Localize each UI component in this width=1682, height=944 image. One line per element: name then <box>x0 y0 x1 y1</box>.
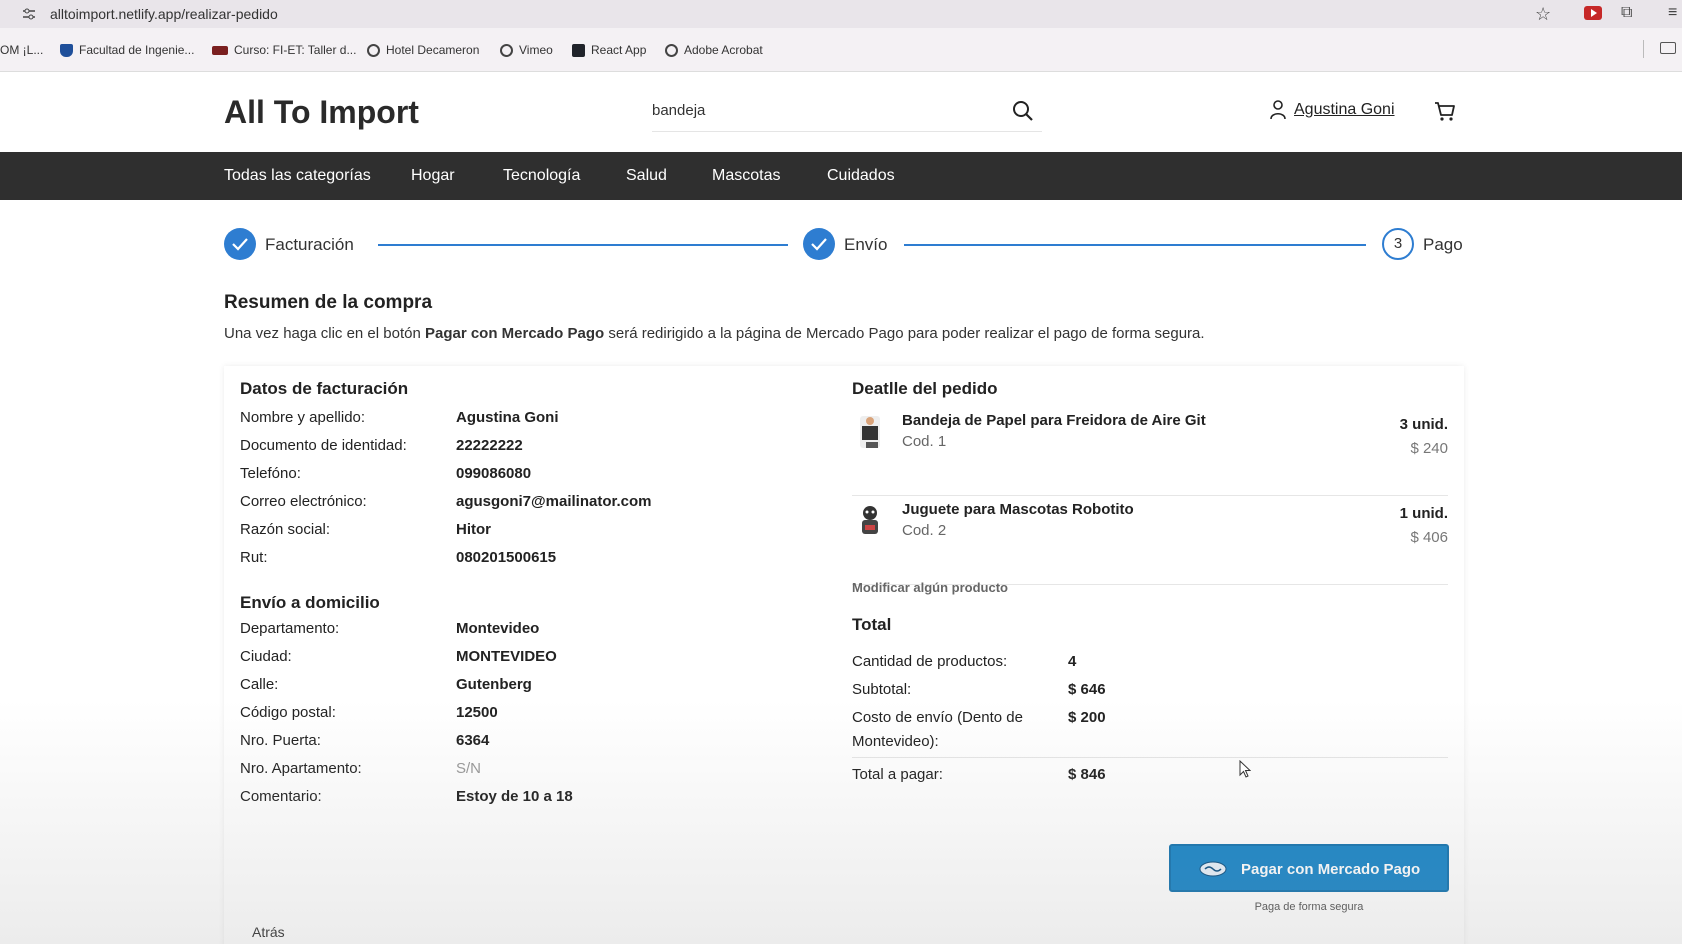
url-text[interactable]: alltoimport.netlify.app/realizar-pedido <box>50 6 278 22</box>
search-icon[interactable] <box>1012 100 1034 122</box>
pay-button-label: Pagar con Mercado Pago <box>1241 861 1421 878</box>
page-title: Resumen de la compra <box>224 292 433 313</box>
bookmark-item[interactable]: Hotel Decameron <box>367 43 479 57</box>
mouse-cursor-icon <box>1239 760 1251 778</box>
summary-description: Una vez haga clic en el botón Pagar con … <box>224 325 1205 342</box>
product-price: $ 240 <box>1410 440 1448 457</box>
step-connector <box>378 244 788 246</box>
divider <box>852 757 1448 758</box>
youtube-extension-icon[interactable] <box>1584 6 1602 20</box>
site-settings-icon[interactable] <box>22 7 36 21</box>
back-link[interactable]: Atrás <box>252 924 285 940</box>
nav-item-todas[interactable]: Todas las categorías <box>224 167 371 185</box>
shield-icon <box>60 43 73 57</box>
product-price: $ 406 <box>1410 529 1448 546</box>
bookmark-item[interactable]: Facultad de Ingenie... <box>60 43 194 57</box>
nav-item-tecnologia[interactable]: Tecnología <box>503 167 580 185</box>
product-quantity: 1 unid. <box>1399 505 1448 522</box>
pay-secure-caption: Paga de forma segura <box>1254 901 1364 913</box>
product-code: Cod. 2 <box>902 522 947 539</box>
product-name[interactable]: Bandeja de Papel para Freidora de Aire G… <box>902 412 1206 429</box>
nav-item-mascotas[interactable]: Mascotas <box>712 167 780 185</box>
modify-products-link[interactable]: Modificar algún producto <box>852 580 1008 595</box>
menu-icon[interactable]: ≡ <box>1668 4 1677 22</box>
bookmark-item[interactable]: Adobe Acrobat <box>665 43 763 57</box>
bookmark-item[interactable]: Vimeo <box>500 43 553 57</box>
nav-item-cuidados[interactable]: Cuidados <box>827 167 895 185</box>
billing-section-title: Datos de facturación <box>240 379 409 398</box>
globe-icon <box>665 43 678 57</box>
bookmark-star-icon[interactable]: ☆ <box>1535 4 1551 25</box>
order-item: Juguete para Mascotas Robotito Cod. 2 1 … <box>852 497 1448 585</box>
category-nav: Todas las categorías Hogar Tecnología Sa… <box>0 152 1682 200</box>
bookmark-item[interactable]: Curso: FI-ET: Taller d... <box>212 43 356 57</box>
step-label-pago: Pago <box>1423 235 1463 254</box>
handshake-icon <box>1199 861 1227 877</box>
site-header: All To Import Agustina Goni <box>0 72 1682 152</box>
checkout-stepper: Facturación Envío 3 Pago <box>0 226 1682 262</box>
nav-item-hogar[interactable]: Hogar <box>411 167 455 185</box>
globe-icon <box>367 43 380 57</box>
product-quantity: 3 unid. <box>1399 416 1448 433</box>
step-number-badge: 3 <box>1382 228 1414 260</box>
pay-mercado-pago-button[interactable]: Pagar con Mercado Pago <box>1169 844 1449 892</box>
order-section-title: Deatlle del pedido <box>852 379 998 398</box>
react-icon <box>572 43 585 57</box>
step-complete-icon <box>224 228 256 260</box>
shipping-section-title: Envío a domicilio <box>240 593 380 612</box>
bookmark-item[interactable]: React App <box>572 43 646 57</box>
bookmarks-bar: OM ¡L... Facultad de Ingenie... Curso: F… <box>0 28 1682 72</box>
browser-address-bar: alltoimport.netlify.app/realizar-pedido … <box>0 0 1682 28</box>
divider <box>1643 40 1644 58</box>
product-code: Cod. 1 <box>902 433 947 450</box>
step-label-facturacion: Facturación <box>265 235 354 254</box>
product-thumbnail[interactable] <box>852 501 888 541</box>
logo[interactable]: All To Import <box>224 94 419 131</box>
order-item: Bandeja de Papel para Freidora de Aire G… <box>852 408 1448 496</box>
product-name[interactable]: Juguete para Mascotas Robotito <box>902 501 1134 518</box>
user-name-link[interactable]: Agustina Goni <box>1294 101 1395 119</box>
user-account[interactable]: Agustina Goni <box>1270 100 1395 120</box>
search-input[interactable] <box>652 102 992 119</box>
globe-icon <box>500 43 513 57</box>
nav-item-salud[interactable]: Salud <box>626 167 667 185</box>
step-label-envio: Envío <box>844 235 888 254</box>
bookmark-item[interactable]: OM ¡L... <box>0 43 43 57</box>
product-thumbnail[interactable] <box>852 412 888 452</box>
search-bar <box>652 92 1042 132</box>
user-icon <box>1270 100 1286 120</box>
step-connector <box>904 244 1366 246</box>
folder-icon[interactable] <box>1660 42 1676 54</box>
step-complete-icon <box>803 228 835 260</box>
graduation-cap-icon <box>212 45 228 55</box>
cart-icon[interactable] <box>1434 100 1456 122</box>
extensions-icon[interactable]: ⧉ <box>1621 4 1632 22</box>
total-section-title: Total <box>852 615 892 634</box>
